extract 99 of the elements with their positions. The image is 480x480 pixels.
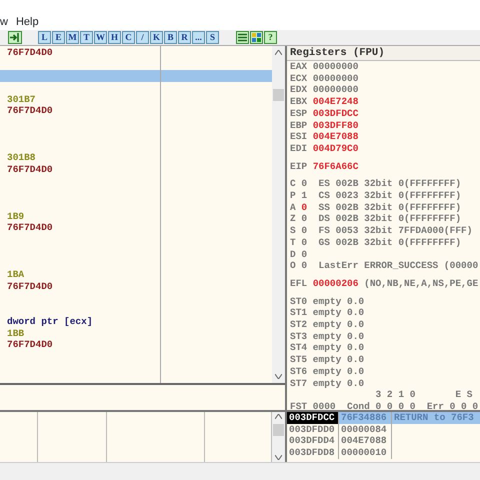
menu-item[interactable]: Help: [16, 14, 39, 30]
stack-comment: RETURN to 76F3: [392, 412, 480, 424]
menu-item[interactable]: w: [0, 14, 8, 30]
scrollbar[interactable]: [272, 412, 285, 462]
register-name: ESP: [290, 108, 308, 119]
stack-value: 00000010: [339, 447, 392, 459]
fpu-register: ST2 empty 0.0: [290, 319, 364, 330]
stack-address[interactable]: 003DFDD8: [287, 447, 339, 459]
code-text: 301B7: [7, 94, 37, 106]
register-value: 004E7088: [312, 131, 358, 142]
code-text: 76F7D4D0: [7, 164, 54, 176]
flag-value: 0: [301, 202, 308, 213]
code-text: 76F7D4D0: [7, 105, 54, 118]
fpu-register: ST7 empty 0.0: [290, 378, 364, 389]
register-value: 00000206: [312, 278, 358, 289]
toolbar-button[interactable]: R: [178, 31, 191, 44]
register-value: 00000000: [312, 72, 358, 84]
register-name: EIP: [290, 160, 308, 172]
panel-title: Registers (FPU): [287, 46, 480, 61]
flag-name: P: [290, 190, 297, 202]
toolbar-button[interactable]: K: [150, 31, 163, 44]
code-text: dword ptr [ecx]: [7, 316, 94, 328]
segment-info: SS 002B 32bit 0(FFFFFFFF): [318, 202, 462, 213]
flag-value: 0: [301, 236, 308, 248]
toolbar-button[interactable]: T: [80, 31, 93, 44]
register-value: 00000000: [312, 61, 358, 72]
grid-button[interactable]: [250, 31, 263, 44]
fpu-header: 3 2 1 0 E S: [374, 389, 472, 400]
code-text: 76F7D4D0: [7, 280, 54, 292]
code-text: 76F7D4D0: [7, 222, 54, 234]
register-name: EBX: [290, 96, 308, 108]
segment-info: LastErr ERROR_SUCCESS (00000: [318, 260, 478, 272]
flag-name: Z: [290, 213, 297, 224]
flag-value: 1: [301, 190, 308, 202]
register-value: 003DFDCC: [312, 108, 358, 119]
code-text: 1B9: [7, 210, 26, 222]
fpu-register: ST0 empty 0.0: [290, 296, 364, 307]
flag-name: T: [290, 236, 297, 248]
register-name: EFL: [290, 278, 308, 289]
toolbar-button[interactable]: L: [38, 31, 51, 44]
stack-value: 76F34886: [339, 412, 392, 424]
code-text: 76F7D4D0: [7, 47, 54, 59]
flag-name: O: [290, 260, 297, 272]
register-value: 004D79C0: [312, 142, 358, 154]
stack-value: 00000084: [339, 424, 392, 436]
toolbar-button[interactable]: M: [66, 31, 79, 44]
toolbar-button[interactable]: H: [108, 31, 121, 44]
stack-value: 004E7088: [339, 435, 392, 448]
register-value: 003DFF80: [312, 120, 358, 131]
fpu-status: FST 0000 Cond 0 0 0 0 Err 0 0 0: [290, 400, 478, 410]
stack-address[interactable]: 003DFDD0: [287, 424, 339, 436]
code-text: 1BA: [7, 269, 26, 281]
register-name: EBP: [290, 120, 308, 131]
toolbar-button[interactable]: S: [206, 31, 219, 44]
scrollbar[interactable]: [272, 46, 285, 383]
flag-name: C: [290, 178, 297, 190]
scrollbar-thumb[interactable]: [273, 88, 284, 100]
fpu-register: ST1 empty 0.0: [290, 307, 364, 318]
segment-info: DS 002B 32bit 0(FFFFFFFF): [318, 213, 462, 224]
register-name: ECX: [290, 72, 308, 84]
toolbar-button[interactable]: E: [52, 31, 65, 44]
list-button[interactable]: [236, 31, 249, 44]
code-text: 1BB: [7, 328, 26, 340]
fpu-register: ST4 empty 0.0: [290, 342, 364, 354]
flag-value: 0: [301, 260, 308, 272]
register-value: 76F6A66C: [312, 160, 358, 172]
toolbar-button[interactable]: W: [94, 31, 107, 44]
segment-info: CS 0023 32bit 0(FFFFFFFF): [318, 190, 462, 202]
stack-address[interactable]: 003DFDD4: [287, 435, 339, 448]
register-name: ESI: [290, 131, 308, 142]
help-button[interactable]: ?: [264, 31, 277, 44]
flag-name: A: [290, 202, 297, 213]
toolbar-button[interactable]: /: [136, 31, 149, 44]
segment-info: FS 0053 32bit 7FFDA000(FFF): [318, 225, 472, 236]
flag-value: 0: [301, 178, 308, 190]
flag-value: 0: [301, 213, 308, 224]
scrollbar-thumb[interactable]: [273, 424, 284, 436]
segment-info: ES 002B 32bit 0(FFFFFFFF): [318, 178, 462, 190]
fpu-register: ST5 empty 0.0: [290, 354, 364, 366]
toolbar-button[interactable]: B: [164, 31, 177, 44]
code-text: 301B8: [7, 152, 37, 164]
flags-decoded: (NO,NB,NE,A,NS,PE,GE: [364, 278, 478, 289]
flag-value: 0: [301, 248, 308, 260]
step-button[interactable]: [8, 31, 22, 44]
register-value: 004E7248: [312, 96, 358, 108]
stack-address[interactable]: 003DFDCC: [287, 412, 339, 424]
register-value: 00000000: [312, 84, 358, 96]
toolbar-button[interactable]: ...: [192, 31, 205, 44]
register-name: EDI: [290, 142, 308, 154]
register-name: EDX: [290, 84, 308, 96]
flag-name: D: [290, 248, 297, 260]
register-name: EAX: [290, 61, 308, 72]
flag-name: S: [290, 225, 297, 236]
fpu-register: ST6 empty 0.0: [290, 366, 364, 377]
toolbar-button[interactable]: C: [122, 31, 135, 44]
flag-value: 0: [301, 225, 308, 236]
segment-info: GS 002B 32bit 0(FFFFFFFF): [318, 236, 462, 248]
code-text: 76F7D4D0: [7, 339, 54, 351]
fpu-register: ST3 empty 0.0: [290, 330, 364, 342]
